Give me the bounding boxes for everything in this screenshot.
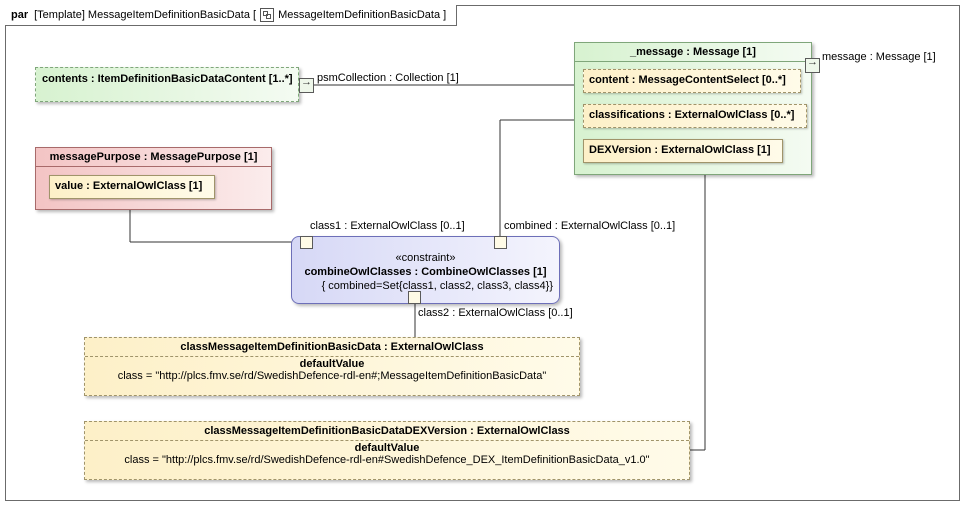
part-class-dex-version-section: defaultValue xyxy=(354,442,420,454)
part-contents[interactable]: contents : ItemDefinitionBasicDataConten… xyxy=(35,67,299,102)
part-classifications[interactable]: classifications : ExternalOwlClass [0..*… xyxy=(583,104,807,128)
label-class2: class2 : ExternalOwlClass [0..1] xyxy=(418,307,573,319)
part-class-dex-version-value: class = "http://plcs.fmv.se/rd/SwedishDe… xyxy=(124,454,650,466)
label-psm-collection: psmCollection : Collection [1] xyxy=(317,72,459,84)
part-class-dex-version-title: classMessageItemDefinitionBasicDataDEXVe… xyxy=(204,425,570,437)
part-class-basic-data-section: defaultValue xyxy=(299,358,365,370)
label-combined: combined : ExternalOwlClass [0..1] xyxy=(504,220,676,232)
port-class1[interactable] xyxy=(300,236,313,249)
port-class2[interactable] xyxy=(408,291,421,304)
part-class-basic-data[interactable]: classMessageItemDefinitionBasicData : Ex… xyxy=(84,337,580,396)
constraint-stereotype: «constraint» xyxy=(395,252,456,264)
part-message-purpose[interactable]: messagePurpose : MessagePurpose [1] valu… xyxy=(35,147,272,210)
part-message-label: _message : Message [1] xyxy=(630,46,756,58)
part-dex-version[interactable]: DEXVersion : ExternalOwlClass [1] xyxy=(583,139,783,163)
divider xyxy=(575,61,811,62)
part-class-basic-data-title: classMessageItemDefinitionBasicData : Ex… xyxy=(180,341,484,353)
port-combined[interactable] xyxy=(494,236,507,249)
part-classifications-label: classifications : ExternalOwlClass [0..*… xyxy=(589,109,795,121)
part-class-basic-data-value: class = "http://plcs.fmv.se/rd/SwedishDe… xyxy=(117,370,547,382)
port-psm-collection[interactable] xyxy=(299,76,314,93)
part-class-dex-version[interactable]: classMessageItemDefinitionBasicDataDEXVe… xyxy=(84,421,690,480)
part-value[interactable]: value : ExternalOwlClass [1] xyxy=(49,175,215,199)
part-contents-label: contents : ItemDefinitionBasicDataConten… xyxy=(42,73,293,85)
divider xyxy=(36,166,271,167)
constraint-combine-owl-classes[interactable]: «constraint» combineOwlClasses : Combine… xyxy=(291,236,560,304)
label-class1: class1 : ExternalOwlClass [0..1] xyxy=(310,220,465,232)
part-dex-version-label: DEXVersion : ExternalOwlClass [1] xyxy=(589,144,771,156)
divider xyxy=(85,356,579,357)
part-message[interactable]: _message : Message [1] content : Message… xyxy=(574,42,812,175)
part-content[interactable]: content : MessageContentSelect [0..*] xyxy=(583,69,801,93)
label-message-port: message : Message [1] xyxy=(822,51,936,63)
constraint-name: combineOwlClasses : CombineOwlClasses [1… xyxy=(304,266,547,278)
part-value-label: value : ExternalOwlClass [1] xyxy=(55,180,203,192)
divider xyxy=(85,440,689,441)
constraint-expression: { combined=Set{class1, class2, class3, c… xyxy=(321,280,553,292)
port-message[interactable] xyxy=(805,56,820,73)
part-message-purpose-label: messagePurpose : MessagePurpose [1] xyxy=(49,151,258,163)
part-content-label: content : MessageContentSelect [0..*] xyxy=(589,74,786,86)
